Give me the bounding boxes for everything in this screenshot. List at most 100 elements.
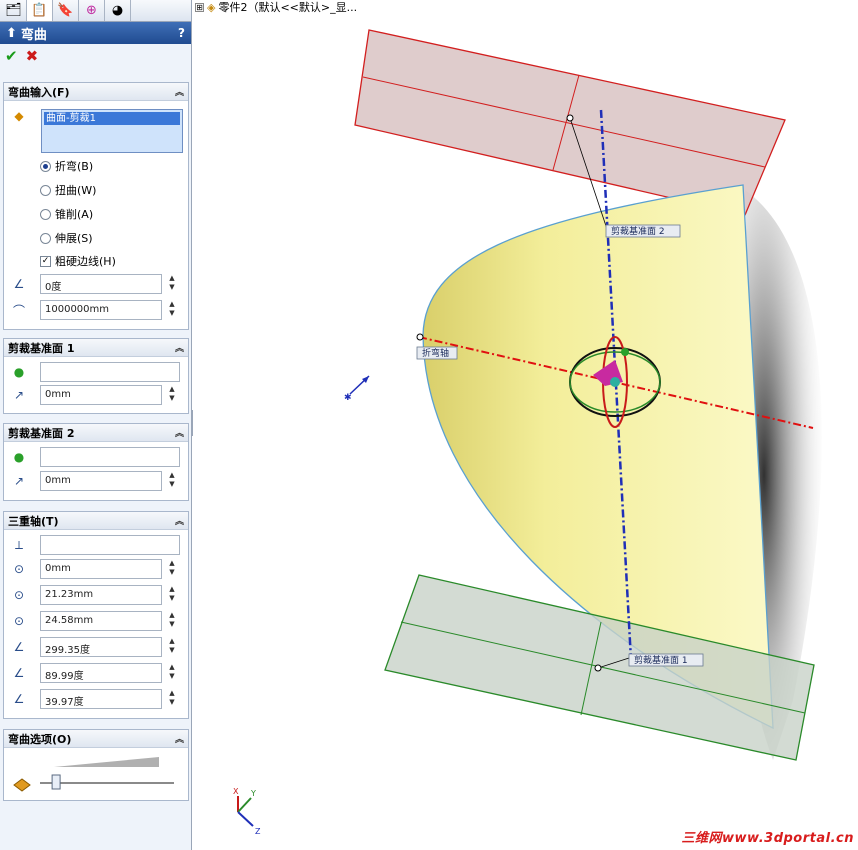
display-manager-tab[interactable]: ◕ bbox=[105, 0, 131, 21]
bend-input-header[interactable]: 弯曲输入(F) ︽ bbox=[4, 83, 188, 101]
trim-plane-1-distance[interactable]: 0mm bbox=[40, 385, 162, 405]
triad-header[interactable]: 三重轴(T) ︽ bbox=[4, 512, 188, 530]
collapse-icon[interactable]: ︽ bbox=[175, 514, 184, 527]
trim-plane-2-reference[interactable] bbox=[40, 447, 180, 467]
z-rotation-icon: ∠ bbox=[13, 692, 25, 706]
trim1-handle[interactable] bbox=[594, 664, 602, 672]
x-rotation-icon: ∠ bbox=[13, 640, 25, 654]
bodies-selection-box[interactable]: 曲面-剪裁1 bbox=[41, 109, 183, 153]
model-scene: 剪裁基准面 2 剪裁基准面 1 折弯轴 ✱ X Y Z bbox=[233, 29, 822, 836]
y-rotation-icon: ∠ bbox=[13, 666, 25, 680]
accuracy-slider-area bbox=[13, 757, 174, 792]
configuration-manager-icon: 🔖 bbox=[57, 3, 74, 18]
trim-plane-1-group: 剪裁基准面 1 ︽ ● ↗ 0mm ▲ ▼ bbox=[3, 338, 189, 414]
svg-text:Z: Z bbox=[255, 827, 261, 836]
svg-text:Y: Y bbox=[250, 789, 256, 798]
option-label: 伸展(S) bbox=[55, 232, 93, 245]
rigid-edges-checkbox[interactable]: ✓ bbox=[40, 255, 51, 267]
property-manager-icon: 📋 bbox=[31, 3, 48, 18]
ok-button[interactable]: ✔ bbox=[5, 47, 18, 65]
collapse-icon[interactable]: ︽ bbox=[175, 426, 184, 439]
callout-trim-plane-2[interactable]: 剪裁基准面 2 bbox=[605, 224, 681, 238]
group-title: 三重轴(T) bbox=[8, 514, 59, 528]
collapse-icon[interactable]: ︽ bbox=[175, 85, 184, 98]
radius-spinner[interactable]: ▲ ▼ bbox=[166, 300, 178, 320]
trim-plane-1-distance-row: ↗ 0mm ▲ ▼ bbox=[4, 384, 188, 406]
help-button[interactable]: ? bbox=[178, 26, 185, 40]
callout-trim-plane-1[interactable]: 剪裁基准面 1 bbox=[628, 653, 704, 667]
feature-manager-tab[interactable]: 🗂 bbox=[1, 0, 27, 21]
x-position-icon: ⊙ bbox=[13, 562, 25, 576]
action-buttons: ✔ ✖ bbox=[0, 44, 191, 68]
watermark: 三维网www.3dportal.cn bbox=[681, 831, 854, 846]
app-window: 🗂 📋 🔖 ⊕ ◕ ⬆ 弯曲 ? ✔ ✖ 弯曲输入(F) ︽ ◆ 曲面-剪裁1 bbox=[0, 0, 858, 850]
feature-manager-icon: 🗂 bbox=[5, 3, 22, 18]
property-manager: 🗂 📋 🔖 ⊕ ◕ ⬆ 弯曲 ? ✔ ✖ 弯曲输入(F) ︽ ◆ 曲面-剪裁1 bbox=[0, 0, 192, 850]
distance-spinner[interactable]: ▲ ▼ bbox=[166, 385, 178, 405]
group-title: 弯曲选项(O) bbox=[8, 732, 72, 746]
svg-text:X: X bbox=[233, 787, 239, 796]
svg-text:✱: ✱ bbox=[344, 393, 352, 403]
cancel-button[interactable]: ✖ bbox=[26, 47, 39, 65]
group-title: 弯曲输入(F) bbox=[8, 85, 70, 99]
radio-taper[interactable] bbox=[40, 208, 51, 220]
radius-input[interactable]: 1000000mm bbox=[40, 300, 162, 320]
radio-stretch[interactable] bbox=[40, 232, 51, 244]
trim-plane-2-distance-row: ↗ 0mm ▲ ▼ bbox=[4, 470, 188, 492]
trim-plane-2-distance[interactable]: 0mm bbox=[40, 471, 162, 491]
triad-rx-input[interactable]: 299.35度 bbox=[40, 637, 162, 657]
selected-body-item[interactable]: 曲面-剪裁1 bbox=[44, 112, 180, 125]
trim-plane-1-reference[interactable] bbox=[40, 362, 180, 382]
trim-plane-1-ref-row: ● bbox=[4, 361, 188, 383]
angle-spinner[interactable]: ▲ ▼ bbox=[166, 274, 178, 294]
distance-spinner[interactable]: ▲ ▼ bbox=[166, 471, 178, 491]
distance-icon: ↗ bbox=[13, 474, 25, 488]
flex-feature-icon: ⬆ bbox=[6, 25, 17, 41]
spinner[interactable]: ▲ ▼ bbox=[166, 585, 178, 605]
spinner[interactable]: ▲ ▼ bbox=[166, 689, 178, 709]
spinner[interactable]: ▲ ▼ bbox=[166, 637, 178, 657]
triad-y-input[interactable]: 21.23mm bbox=[40, 585, 162, 605]
triad-ref-row: ⟂ bbox=[4, 534, 188, 556]
slider-thumb[interactable] bbox=[51, 774, 61, 790]
angle-input[interactable]: 0度 bbox=[40, 274, 162, 294]
radio-twist[interactable] bbox=[40, 184, 51, 196]
bend-axis-handle[interactable] bbox=[416, 333, 424, 341]
collapse-icon[interactable]: ︽ bbox=[175, 732, 184, 745]
triad-rz-input[interactable]: 39.97度 bbox=[40, 689, 162, 709]
distance-icon: ↗ bbox=[13, 388, 25, 402]
triad-z-input[interactable]: 24.58mm bbox=[40, 611, 162, 631]
trim-plane-2-shape[interactable] bbox=[354, 29, 786, 216]
body-selection-icon: ◆ bbox=[14, 109, 24, 123]
dimxpert-icon: ⊕ bbox=[86, 3, 97, 18]
collapse-icon[interactable]: ︽ bbox=[175, 341, 184, 354]
reference-direction-icon: ✱ bbox=[344, 375, 370, 403]
radio-bend[interactable] bbox=[40, 160, 51, 172]
option-label: 锥削(A) bbox=[55, 208, 94, 221]
option-rigid-edges[interactable]: ✓ 粗硬边线(H) bbox=[40, 252, 116, 270]
option-bend[interactable]: 折弯(B) bbox=[40, 157, 93, 175]
triad-reference[interactable] bbox=[40, 535, 180, 555]
spinner[interactable]: ▲ ▼ bbox=[166, 559, 178, 579]
triad-x-input[interactable]: 0mm bbox=[40, 559, 162, 579]
spinner[interactable]: ▲ ▼ bbox=[166, 663, 178, 683]
trim-plane-1-header[interactable]: 剪裁基准面 1 ︽ bbox=[4, 339, 188, 357]
option-taper[interactable]: 锥削(A) bbox=[40, 205, 93, 223]
triad-ry-input[interactable]: 89.99度 bbox=[40, 663, 162, 683]
bend-options-header[interactable]: 弯曲选项(O) ︽ bbox=[4, 730, 188, 748]
slider-ramp bbox=[54, 757, 159, 767]
property-manager-tab[interactable]: 📋 bbox=[27, 0, 53, 21]
quality-icon bbox=[13, 778, 31, 792]
trim2-handle[interactable] bbox=[566, 114, 574, 122]
option-stretch[interactable]: 伸展(S) bbox=[40, 229, 93, 247]
spinner[interactable]: ▲ ▼ bbox=[166, 611, 178, 631]
graphics-viewport[interactable]: ⊞ ◈ 零件2（默认<<默认>_显... 剪裁基准面 2 剪裁基准面 1 折弯轴… bbox=[193, 0, 858, 850]
dimxpert-tab[interactable]: ⊕ bbox=[79, 0, 105, 21]
callout-trim2-text: 剪裁基准面 2 bbox=[611, 225, 665, 237]
callout-bend-axis[interactable]: 折弯轴 bbox=[416, 346, 458, 360]
option-label: 扭曲(W) bbox=[55, 184, 97, 197]
feature-title-bar: ⬆ 弯曲 ? bbox=[0, 22, 191, 44]
trim-plane-2-header[interactable]: 剪裁基准面 2 ︽ bbox=[4, 424, 188, 442]
option-twist[interactable]: 扭曲(W) bbox=[40, 181, 96, 199]
configuration-manager-tab[interactable]: 🔖 bbox=[53, 0, 79, 21]
